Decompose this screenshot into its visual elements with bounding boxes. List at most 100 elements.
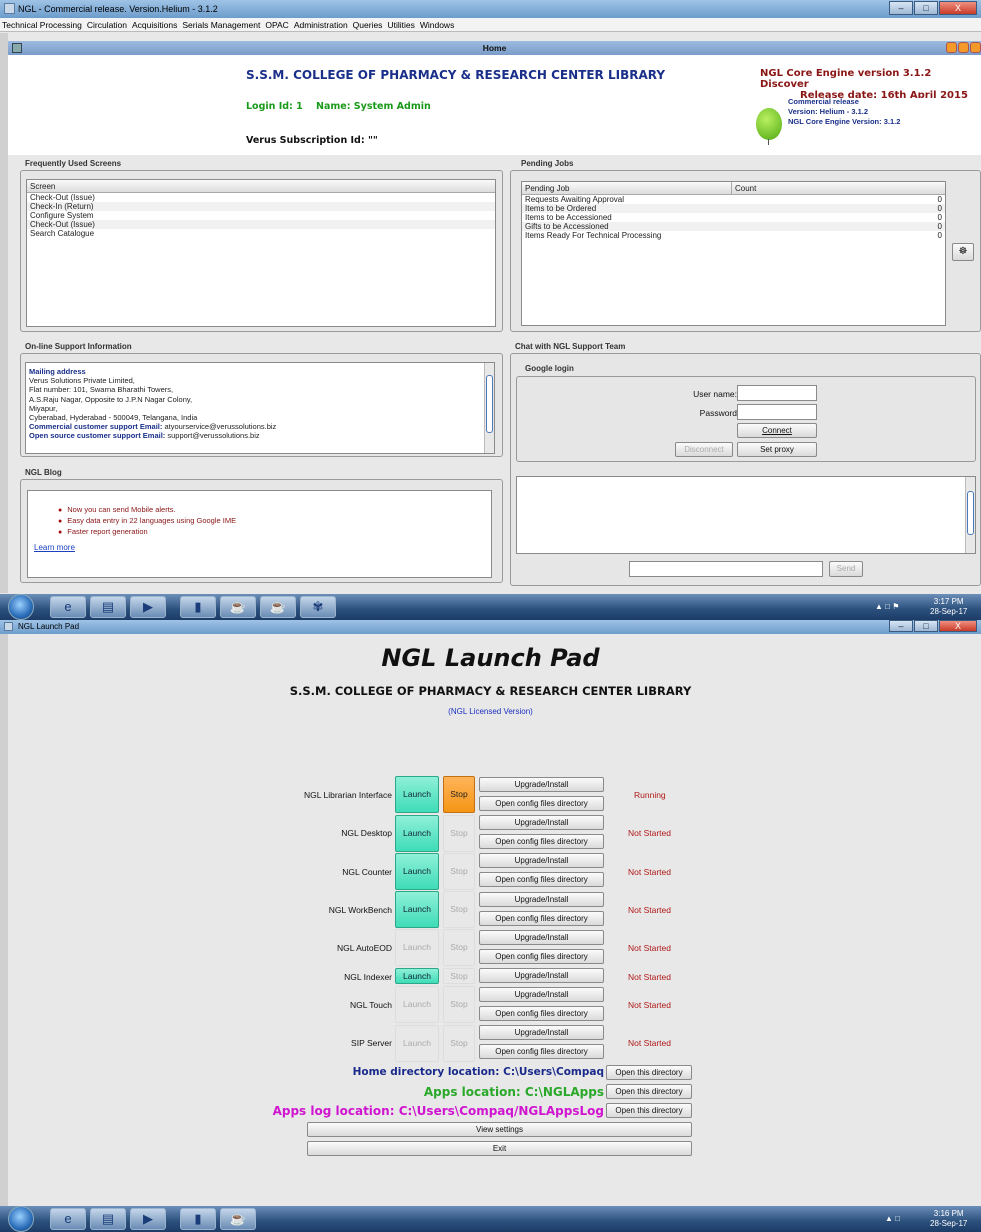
- start-button[interactable]: [8, 594, 34, 620]
- open-home-directory-button[interactable]: Open this directory: [606, 1065, 692, 1080]
- chat-message-input[interactable]: [629, 561, 823, 577]
- clock[interactable]: 3:16 PM 28-Sep-17: [930, 1209, 967, 1229]
- upgrade-button[interactable]: Upgrade/Install: [479, 930, 604, 945]
- table-row[interactable]: Gifts to be Accessioned 0: [522, 222, 945, 231]
- ie-icon[interactable]: e: [50, 1208, 86, 1230]
- media-player-icon[interactable]: ▶: [130, 596, 166, 618]
- stop-button[interactable]: Stop: [443, 1025, 475, 1062]
- upgrade-button[interactable]: Upgrade/Install: [479, 968, 604, 983]
- table-row[interactable]: Configure System: [27, 211, 495, 220]
- upgrade-button[interactable]: Upgrade/Install: [479, 815, 604, 830]
- media-player-icon[interactable]: ▶: [130, 1208, 166, 1230]
- table-row[interactable]: Check-Out (Issue): [27, 193, 495, 202]
- disconnect-button[interactable]: Disconnect: [675, 442, 733, 457]
- frame-minimize-button[interactable]: [946, 42, 957, 53]
- support-scrollbar[interactable]: [484, 363, 494, 453]
- chat-scrollbar[interactable]: [965, 477, 975, 553]
- open-config-button[interactable]: Open config files directory: [479, 911, 604, 926]
- paint-icon[interactable]: ✾: [300, 596, 336, 618]
- table-row[interactable]: Items Ready For Technical Processing 0: [522, 231, 945, 240]
- menu-windows[interactable]: Windows: [420, 18, 454, 31]
- exit-button[interactable]: Exit: [307, 1141, 692, 1156]
- menu-administration[interactable]: Administration: [294, 18, 348, 31]
- folder-icon[interactable]: ▤: [90, 1208, 126, 1230]
- open-config-button[interactable]: Open config files directory: [479, 872, 604, 887]
- launch-button[interactable]: Launch: [395, 968, 439, 984]
- stop-button[interactable]: Stop: [443, 853, 475, 890]
- send-button[interactable]: Send: [829, 561, 863, 577]
- scroll-thumb[interactable]: [486, 375, 493, 433]
- frame-close-button[interactable]: [970, 42, 981, 53]
- menu-circulation[interactable]: Circulation: [87, 18, 127, 31]
- open-log-directory-button[interactable]: Open this directory: [606, 1103, 692, 1118]
- terminal-icon[interactable]: ▮: [180, 596, 216, 618]
- table-row[interactable]: Requests Awaiting Approval 0: [522, 195, 945, 204]
- upgrade-button[interactable]: Upgrade/Install: [479, 892, 604, 907]
- stop-button[interactable]: Stop: [443, 776, 475, 813]
- upgrade-button[interactable]: Upgrade/Install: [479, 777, 604, 792]
- stop-button[interactable]: Stop: [443, 891, 475, 928]
- tray-icons[interactable]: ▲ □: [885, 1214, 900, 1224]
- java-icon[interactable]: ☕: [220, 1208, 256, 1230]
- launch-button[interactable]: Launch: [395, 853, 439, 890]
- stop-button[interactable]: Stop: [443, 968, 475, 984]
- menu-utilities[interactable]: Utilities: [387, 18, 414, 31]
- column-header-count[interactable]: Count: [732, 182, 945, 195]
- scroll-thumb[interactable]: [967, 491, 974, 535]
- launch-button[interactable]: Launch: [395, 891, 439, 928]
- maximize-button[interactable]: □: [914, 1, 938, 15]
- open-apps-directory-button[interactable]: Open this directory: [606, 1084, 692, 1099]
- table-row[interactable]: Items to be Accessioned 0: [522, 213, 945, 222]
- stop-button[interactable]: Stop: [443, 986, 475, 1023]
- table-row[interactable]: Check-In (Return): [27, 202, 495, 211]
- terminal-icon[interactable]: ▮: [180, 1208, 216, 1230]
- connect-button[interactable]: Connect: [737, 423, 817, 438]
- minimize-button[interactable]: –: [889, 620, 913, 632]
- stop-button[interactable]: Stop: [443, 815, 475, 852]
- open-config-button[interactable]: Open config files directory: [479, 949, 604, 964]
- upgrade-button[interactable]: Upgrade/Install: [479, 1025, 604, 1040]
- chat-messages[interactable]: [516, 476, 976, 554]
- java-icon[interactable]: ☕: [220, 596, 256, 618]
- launch-button[interactable]: Launch: [395, 815, 439, 852]
- launch-button[interactable]: Launch: [395, 776, 439, 813]
- maximize-button[interactable]: □: [914, 620, 938, 632]
- upgrade-button[interactable]: Upgrade/Install: [479, 987, 604, 1002]
- upgrade-button[interactable]: Upgrade/Install: [479, 853, 604, 868]
- table-row[interactable]: Check-Out (Issue): [27, 220, 495, 229]
- menu-technical-processing[interactable]: Technical Processing: [2, 18, 82, 31]
- password-input[interactable]: [737, 404, 817, 420]
- username-input[interactable]: [737, 385, 817, 401]
- menu-acquisitions[interactable]: Acquisitions: [132, 18, 177, 31]
- start-button[interactable]: [8, 1206, 34, 1232]
- launch-button[interactable]: Launch: [395, 929, 439, 966]
- tray-icons[interactable]: ▲ □ ⚑: [875, 602, 899, 612]
- view-settings-button[interactable]: View settings: [307, 1122, 692, 1137]
- menu-opac[interactable]: OPAC: [265, 18, 288, 31]
- stop-button[interactable]: Stop: [443, 929, 475, 966]
- table-row[interactable]: Items to be Ordered 0: [522, 204, 945, 213]
- menu-serials-management[interactable]: Serials Management: [182, 18, 260, 31]
- launch-button[interactable]: Launch: [395, 986, 439, 1023]
- refresh-jobs-button[interactable]: ☸: [952, 243, 974, 261]
- column-header-pending-job[interactable]: Pending Job: [522, 182, 732, 195]
- ie-icon[interactable]: e: [50, 596, 86, 618]
- table-row[interactable]: Search Catalogue: [27, 229, 495, 238]
- version-line: NGL Core Engine Version: 3.1.2: [788, 117, 901, 126]
- open-config-button[interactable]: Open config files directory: [479, 796, 604, 811]
- java-icon[interactable]: ☕: [260, 596, 296, 618]
- learn-more-link[interactable]: Learn more: [34, 543, 75, 552]
- minimize-button[interactable]: –: [889, 1, 913, 15]
- close-button[interactable]: X: [939, 1, 977, 15]
- folder-icon[interactable]: ▤: [90, 596, 126, 618]
- launch-button[interactable]: Launch: [395, 1025, 439, 1062]
- frame-maximize-button[interactable]: [958, 42, 969, 53]
- open-config-button[interactable]: Open config files directory: [479, 1006, 604, 1021]
- close-button[interactable]: X: [939, 620, 977, 632]
- clock[interactable]: 3:17 PM 28-Sep-17: [930, 597, 967, 617]
- column-header-screen[interactable]: Screen: [27, 180, 495, 193]
- open-config-button[interactable]: Open config files directory: [479, 834, 604, 849]
- set-proxy-button[interactable]: Set proxy: [737, 442, 817, 457]
- open-config-button[interactable]: Open config files directory: [479, 1044, 604, 1059]
- menu-queries[interactable]: Queries: [353, 18, 383, 31]
